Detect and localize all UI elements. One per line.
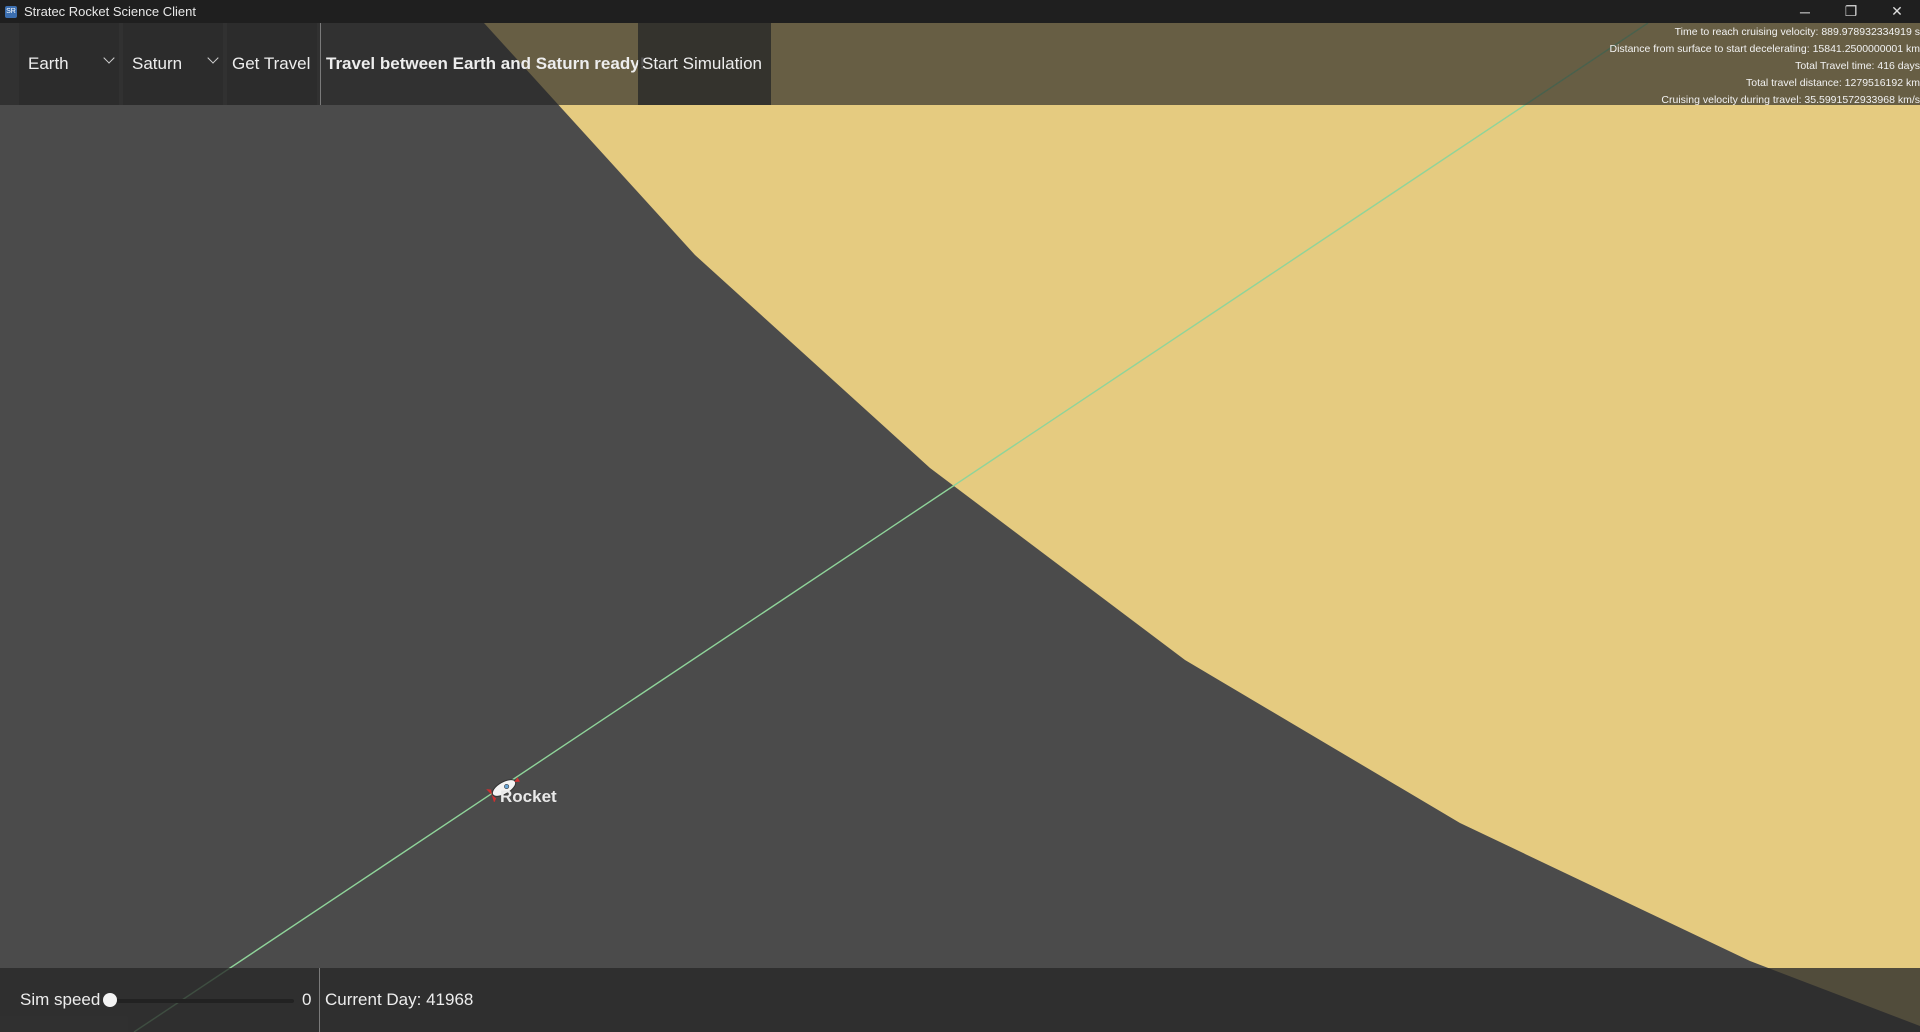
- chevron-down-icon: [103, 52, 115, 64]
- rocket-label: Rocket: [500, 787, 557, 806]
- current-day-label: Current Day: 41968: [325, 990, 474, 1009]
- restore-icon[interactable]: ❐: [1828, 0, 1874, 23]
- bottom-bar-divider: [319, 968, 320, 1032]
- chevron-down-icon: [207, 52, 219, 64]
- window-title: Stratec Rocket Science Client: [24, 4, 196, 19]
- stat-total-distance: Total travel distance: 1279516192 km: [1746, 77, 1920, 89]
- travel-status-text: Travel between Earth and Saturn ready!: [326, 54, 646, 73]
- stat-decel-distance: Distance from surface to start decelerat…: [1609, 43, 1920, 55]
- sim-speed-value: 0: [302, 990, 312, 1009]
- get-travel-label: Get Travel: [232, 54, 311, 73]
- simulation-canvas[interactable]: [0, 23, 1920, 1032]
- destination-planet-select[interactable]: Saturn: [123, 23, 223, 105]
- stat-total-time: Total Travel time: 416 days: [1795, 60, 1920, 72]
- stat-cruise-velocity: Cruising velocity during travel: 35.5991…: [1661, 94, 1920, 106]
- window-titlebar: SR Stratec Rocket Science Client ─ ❐ ✕: [0, 0, 1920, 23]
- sim-speed-slider-thumb[interactable]: [103, 993, 117, 1007]
- destination-planet-value: Saturn: [132, 54, 183, 73]
- app-icon: SR: [5, 5, 17, 18]
- start-simulation-button[interactable]: Start Simulation: [638, 23, 771, 105]
- travel-stats-panel: Time to reach cruising velocity: 889.978…: [1609, 23, 1920, 109]
- stat-time-to-cruise: Time to reach cruising velocity: 889.978…: [1674, 26, 1920, 38]
- sim-speed-slider[interactable]: [110, 999, 294, 1003]
- bottom-bar: Sim speed 0 Current Day: 41968: [0, 968, 1920, 1032]
- start-simulation-label: Start Simulation: [642, 54, 762, 73]
- toolbar-divider: [320, 23, 321, 105]
- get-travel-button[interactable]: Get Travel: [227, 23, 317, 105]
- close-icon[interactable]: ✕: [1874, 0, 1920, 23]
- origin-planet-select[interactable]: Earth: [19, 23, 119, 105]
- minimize-icon[interactable]: ─: [1782, 0, 1828, 23]
- sim-speed-label: Sim speed: [20, 990, 101, 1009]
- origin-planet-value: Earth: [28, 54, 69, 73]
